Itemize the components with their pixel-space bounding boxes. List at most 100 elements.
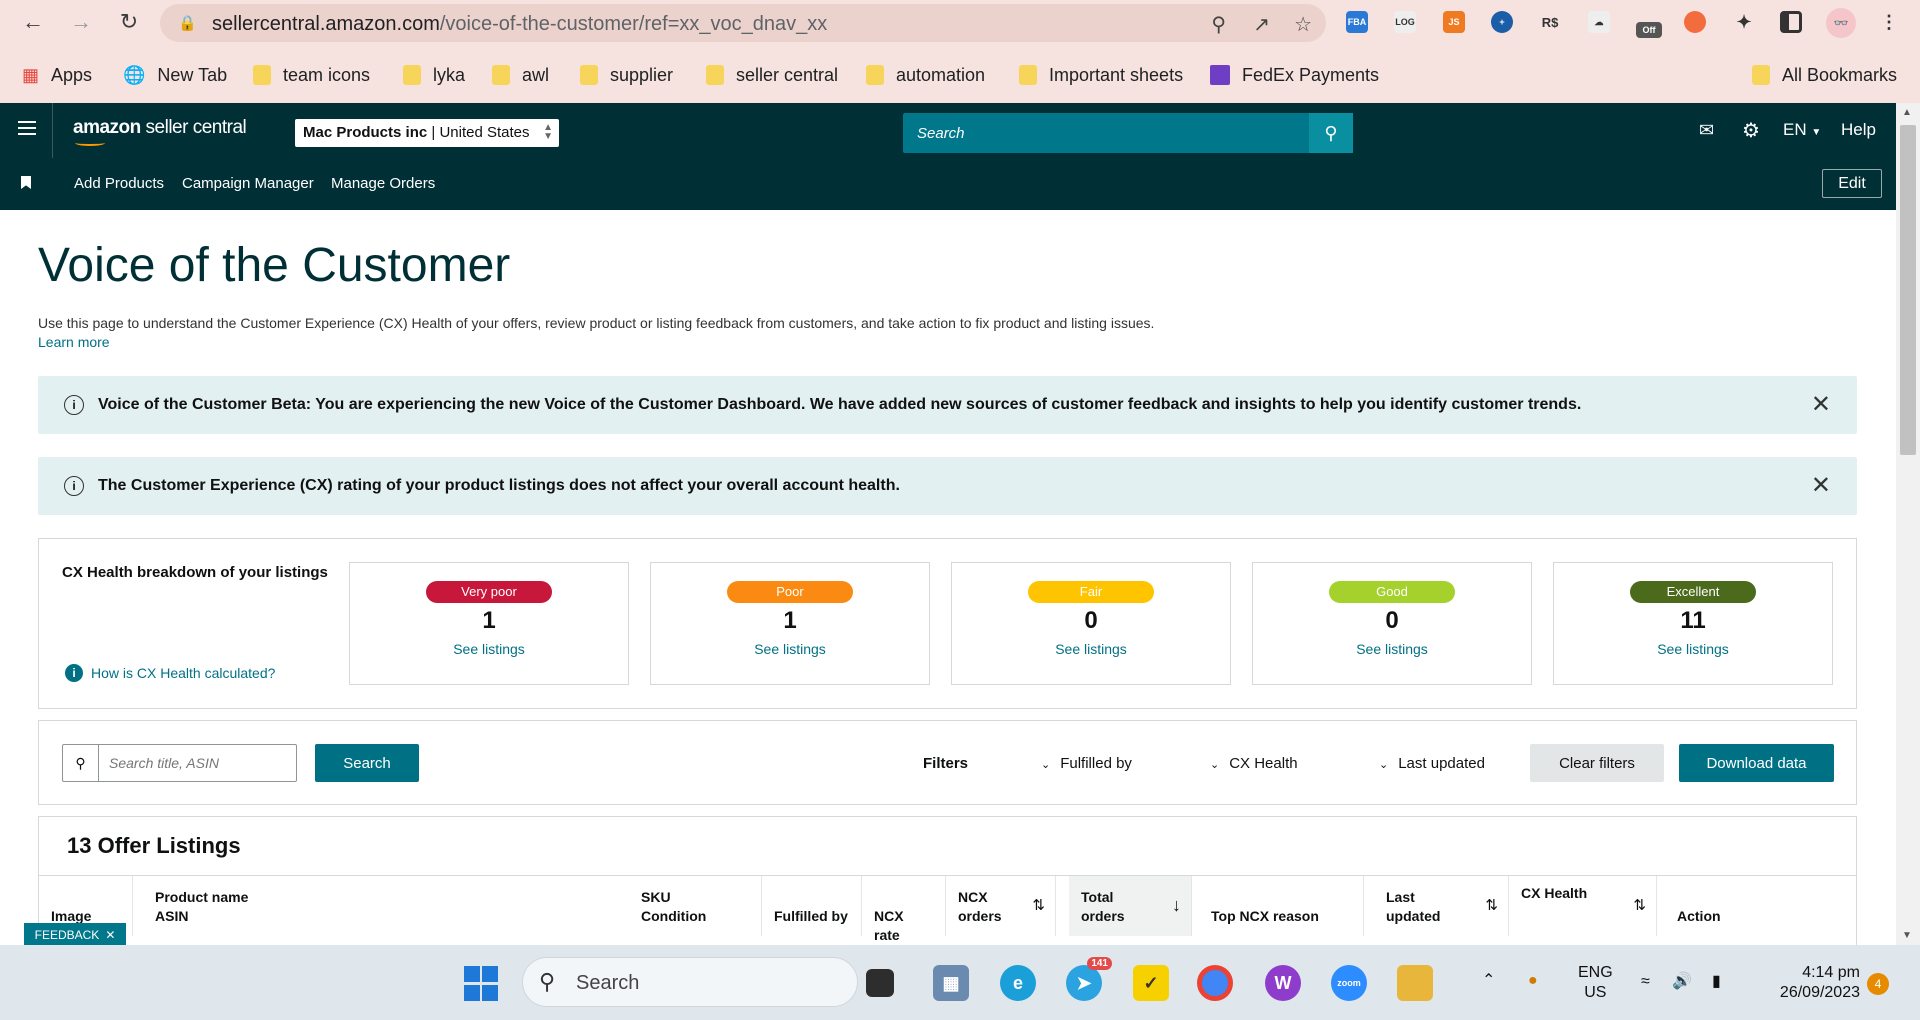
more-menu-icon[interactable]: ⋮ <box>1878 11 1900 33</box>
edit-button[interactable]: Edit <box>1822 169 1882 198</box>
puzzle-icon[interactable]: ✦ <box>1733 11 1755 33</box>
taskbar-search[interactable]: ⚲ Search <box>522 957 858 1007</box>
cloud-extension-icon[interactable]: ☁ <box>1588 11 1610 33</box>
battery-icon[interactable]: ▮ <box>1712 972 1721 992</box>
bookmark-automation[interactable]: automation <box>866 62 985 88</box>
search-input[interactable] <box>101 745 291 781</box>
profile-avatar-icon[interactable]: 👓 <box>1826 8 1856 38</box>
bookmark-new-tab[interactable]: 🌐 New Tab <box>123 62 227 88</box>
bookmark-apps[interactable]: ▦ Apps <box>22 62 92 88</box>
col-total-orders[interactable]: Total orders ↓ <box>1069 876 1192 936</box>
col-product-name[interactable]: Product name ASIN <box>143 876 629 936</box>
sort-icon[interactable]: ⇅ <box>1633 896 1646 915</box>
col-top-ncx-reason[interactable]: Top NCX reason <box>1199 876 1364 936</box>
fulfilled-by-dropdown[interactable]: ⌄ Fulfilled by <box>1041 755 1132 772</box>
see-listings-link[interactable]: See listings <box>1253 641 1531 657</box>
zoom-icon[interactable]: zoom <box>1331 965 1367 1001</box>
scroll-up-icon[interactable]: ▲ <box>1902 107 1912 118</box>
search-button[interactable]: Search <box>315 744 419 782</box>
all-bookmarks[interactable]: All Bookmarks <box>1752 62 1897 88</box>
off-extension-icon[interactable]: Off <box>1636 22 1662 38</box>
clock[interactable]: 4:14 pm 26/09/2023 <box>1760 963 1860 1003</box>
cx-health-dropdown[interactable]: ⌄ CX Health <box>1210 755 1298 772</box>
col-cx-health[interactable]: CX Health ⇅ <box>1509 876 1657 936</box>
account-switcher[interactable]: Mac Products inc | United States ▲ ▼ <box>295 119 559 147</box>
search-icon[interactable]: ⚲ <box>1309 113 1353 153</box>
bookmark-team-icons[interactable]: team icons <box>253 62 370 88</box>
language-indicator[interactable]: ENG US <box>1578 963 1613 1003</box>
mail-icon[interactable]: ✉ <box>1699 120 1714 141</box>
bookmark-seller-central[interactable]: seller central <box>706 62 838 88</box>
seller-central-logo[interactable]: amazon seller central <box>73 117 247 146</box>
col-sku[interactable]: SKU Condition <box>629 876 762 936</box>
learn-more-link[interactable]: Learn more <box>38 334 110 350</box>
rs-extension-icon[interactable]: R$ <box>1539 11 1561 33</box>
address-bar[interactable]: 🔒 sellercentral.amazon.com/voice-of-the-… <box>160 4 1326 42</box>
edge-icon[interactable]: e <box>1000 965 1036 1001</box>
col-last-updated[interactable]: Last updated ⇅ <box>1374 876 1509 936</box>
page-scrollbar[interactable]: ▲ ▼ <box>1896 103 1920 945</box>
back-arrow-icon[interactable]: ← <box>18 7 48 37</box>
close-icon[interactable]: ✕ <box>1811 390 1831 419</box>
close-icon[interactable]: ✕ <box>105 928 115 942</box>
share-icon[interactable]: ↗ <box>1253 12 1270 37</box>
scroll-down-icon[interactable]: ▼ <box>1902 930 1912 941</box>
bookmark-star-icon[interactable]: ☆ <box>1294 12 1312 37</box>
gear-icon[interactable]: ⚙ <box>1742 118 1760 143</box>
bookmark-supplier[interactable]: supplier <box>580 62 673 88</box>
microphone-icon[interactable]: ● <box>1528 971 1538 991</box>
clear-filters-button[interactable]: Clear filters <box>1530 744 1664 782</box>
close-icon[interactable]: ✕ <box>1811 471 1831 500</box>
calculator-icon[interactable]: ▦ <box>933 965 969 1001</box>
notification-badge[interactable]: 4 <box>1867 973 1889 995</box>
circle-extension-icon[interactable] <box>1684 11 1706 33</box>
bookmark-icon[interactable] <box>21 176 31 189</box>
header-search[interactable]: Search ⚲ <box>903 113 1353 153</box>
sort-icon[interactable]: ⇅ <box>1485 896 1498 915</box>
hamburger-menu-icon[interactable] <box>18 121 36 135</box>
scrollbar-thumb[interactable] <box>1900 125 1916 455</box>
bookmark-awl[interactable]: awl <box>492 62 549 88</box>
volume-icon[interactable]: 🔊 <box>1672 972 1692 992</box>
login-extension-icon[interactable]: LOG <box>1394 11 1416 33</box>
file-explorer-icon[interactable] <box>1397 965 1433 1001</box>
windows-start-icon[interactable] <box>463 965 499 1001</box>
bookmark-important-sheets[interactable]: Important sheets <box>1019 62 1183 88</box>
plus-extension-icon[interactable]: + <box>1491 11 1513 33</box>
wps-icon[interactable]: W <box>1265 965 1301 1001</box>
see-listings-link[interactable]: See listings <box>1554 641 1832 657</box>
see-listings-link[interactable]: See listings <box>651 641 929 657</box>
col-line2: orders <box>958 908 1002 924</box>
sort-desc-arrow-icon[interactable]: ↓ <box>1172 896 1181 915</box>
chrome-icon[interactable] <box>1197 965 1233 1001</box>
col-ncx-orders[interactable]: NCX orders ⇅ <box>946 876 1056 936</box>
task-view-icon[interactable] <box>866 969 894 997</box>
help-link[interactable]: Help <box>1841 120 1876 140</box>
telegram-icon[interactable]: ➤ 141 <box>1066 957 1112 1001</box>
bookmark-fedex-payments[interactable]: FedEx Payments <box>1210 62 1379 88</box>
fba-extension-icon[interactable]: FBA <box>1346 11 1368 33</box>
nav-add-products[interactable]: Add Products <box>74 175 164 192</box>
sticky-notes-icon[interactable]: ✓ <box>1133 965 1169 1001</box>
last-updated-dropdown[interactable]: ⌄ Last updated <box>1379 755 1485 772</box>
taskbar-search-label: Search <box>576 972 640 994</box>
zoom-icon[interactable]: ⚲ <box>1211 12 1226 37</box>
see-listings-link[interactable]: See listings <box>350 641 628 657</box>
bookmark-lyka[interactable]: lyka <box>403 62 465 88</box>
nav-campaign-manager[interactable]: Campaign Manager <box>182 175 314 192</box>
language-selector[interactable]: EN ▼ <box>1783 120 1821 140</box>
chevron-up-icon[interactable]: ⌃ <box>1482 971 1495 991</box>
reload-icon[interactable]: ↻ <box>114 7 144 37</box>
nav-manage-orders[interactable]: Manage Orders <box>331 175 435 192</box>
sort-icon[interactable]: ⇅ <box>1032 896 1045 915</box>
see-listings-link[interactable]: See listings <box>952 641 1230 657</box>
col-ncx-rate[interactable]: NCX rate <box>862 876 946 943</box>
feedback-tab[interactable]: FEEDBACK ✕ <box>24 923 126 945</box>
wifi-icon[interactable]: ≈ <box>1641 972 1650 992</box>
download-data-button[interactable]: Download data <box>1679 744 1834 782</box>
sidepanel-icon[interactable] <box>1780 11 1802 33</box>
js-extension-icon[interactable]: JS <box>1443 11 1465 33</box>
col-fulfilled-by[interactable]: Fulfilled by <box>762 876 862 936</box>
forward-arrow-icon[interactable]: → <box>66 7 96 37</box>
cx-health-how-link[interactable]: i How is CX Health calculated? <box>65 664 275 682</box>
